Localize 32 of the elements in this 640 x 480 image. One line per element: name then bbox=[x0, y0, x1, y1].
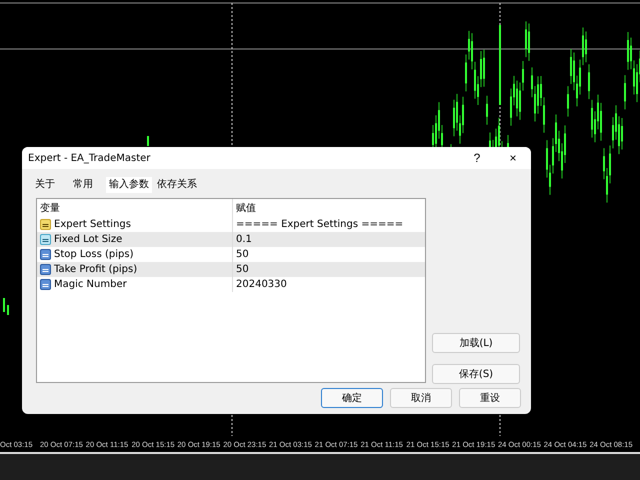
column-header: 变量 bbox=[37, 199, 233, 217]
table-row[interactable]: Fixed Lot Size 0.1 bbox=[37, 232, 425, 247]
double-type-icon bbox=[40, 234, 51, 245]
parameter-value: 50 bbox=[236, 264, 249, 275]
table-row[interactable]: Magic Number 20240330 bbox=[37, 277, 425, 292]
dialog-button[interactable]: 确定 bbox=[321, 388, 383, 408]
parameter-value: 50 bbox=[236, 249, 249, 260]
parameter-name: Fixed Lot Size bbox=[54, 234, 122, 245]
side-button[interactable]: 保存(S) bbox=[432, 364, 520, 384]
parameter-value: ===== Expert Settings ===== bbox=[236, 219, 404, 230]
int-type-icon bbox=[40, 279, 51, 290]
parameter-name: Magic Number bbox=[54, 279, 127, 290]
tab[interactable]: 输入参数 bbox=[106, 177, 152, 193]
candlestick bbox=[147, 136, 149, 146]
int-type-icon bbox=[40, 249, 51, 260]
candlestick bbox=[3, 298, 5, 312]
parameter-value: 20240330 bbox=[236, 279, 287, 290]
dialog-button[interactable]: 重设 bbox=[459, 388, 521, 408]
int-type-icon bbox=[40, 264, 51, 275]
help-button[interactable]: ? bbox=[459, 147, 495, 169]
parameter-name: Stop Loss (pips) bbox=[54, 249, 134, 260]
window-title: Expert - EA_TradeMaster bbox=[28, 152, 152, 164]
close-button[interactable]: × bbox=[495, 147, 531, 169]
string-type-icon bbox=[40, 219, 51, 230]
parameter-value: 0.1 bbox=[236, 234, 252, 245]
column-header: 赋值 bbox=[235, 202, 257, 216]
dialog-button[interactable]: 取消 bbox=[390, 388, 452, 408]
table-row[interactable]: Take Profit (pips) 50 bbox=[37, 262, 425, 277]
parameter-name: Expert Settings bbox=[54, 219, 131, 230]
parameter-name: Take Profit (pips) bbox=[54, 264, 138, 275]
candlestick bbox=[7, 305, 9, 315]
side-button[interactable]: 加载(L) bbox=[432, 333, 520, 353]
